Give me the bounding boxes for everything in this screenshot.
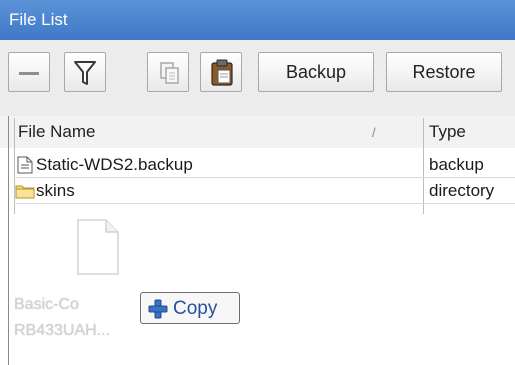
file-name-cell: Static-WDS2.backup bbox=[36, 155, 193, 174]
copy-label: Copy bbox=[173, 298, 218, 319]
backup-button[interactable]: Backup bbox=[258, 52, 374, 92]
copy-icon bbox=[160, 62, 179, 84]
restore-button[interactable]: Restore bbox=[386, 52, 502, 92]
file-list-window: File List Backup Restore File Name / Typ… bbox=[0, 0, 515, 365]
dragged-file-label-line2: RB433UAH... bbox=[14, 322, 111, 339]
minus-icon bbox=[19, 72, 39, 75]
file-type-cell: backup bbox=[429, 155, 484, 174]
column-header-type[interactable]: Type bbox=[429, 122, 466, 142]
file-icon bbox=[17, 156, 33, 174]
drag-copy-indicator: Copy bbox=[140, 292, 240, 324]
file-type-cell: directory bbox=[429, 181, 495, 200]
table-row[interactable]: Static-WDS2.backup backup bbox=[14, 152, 515, 178]
dragged-file-label-line1: Basic-Co bbox=[14, 296, 79, 313]
filter-funnel-icon bbox=[74, 61, 96, 85]
plus-icon bbox=[148, 299, 168, 319]
file-icon bbox=[77, 219, 119, 275]
table-row[interactable]: skins directory bbox=[14, 178, 515, 204]
folder-icon bbox=[15, 185, 35, 199]
table-header: File Name / Type bbox=[0, 116, 515, 148]
remove-button[interactable] bbox=[8, 52, 50, 92]
copy-button[interactable] bbox=[147, 52, 189, 92]
paste-clipboard-icon bbox=[211, 59, 233, 86]
sort-indicator-icon: / bbox=[372, 125, 376, 140]
paste-button[interactable] bbox=[200, 52, 242, 92]
file-name-cell: skins bbox=[36, 181, 75, 200]
list-left-border bbox=[8, 116, 9, 365]
window-title: File List bbox=[9, 10, 68, 29]
filter-button[interactable] bbox=[64, 52, 106, 92]
column-header-file-name[interactable]: File Name bbox=[18, 122, 95, 142]
toolbar: Backup Restore bbox=[0, 40, 515, 116]
title-bar[interactable]: File List bbox=[0, 0, 515, 40]
